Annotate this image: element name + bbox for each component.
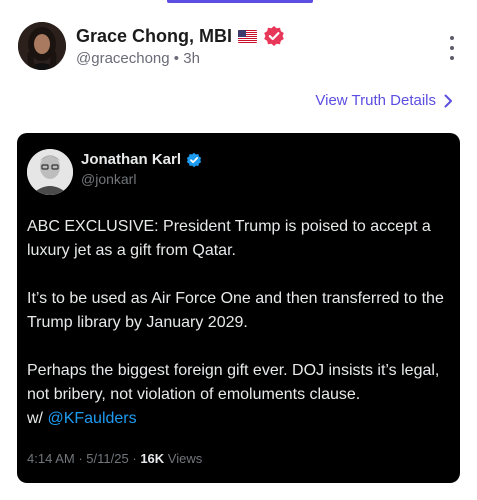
author-display-name[interactable]: Grace Chong, MBI [76, 26, 232, 47]
embed-author-avatar-image [27, 149, 73, 195]
handle-separator: • [173, 50, 180, 67]
view-truth-details-label: View Truth Details [315, 92, 436, 109]
embed-paragraph: ABC EXCLUSIVE: President Trump is poised… [27, 218, 431, 259]
more-options-button[interactable] [445, 36, 459, 60]
embed-author-avatar[interactable] [27, 149, 73, 195]
embed-post-body: ABC EXCLUSIVE: President Trump is poised… [27, 215, 452, 431]
embed-paragraph-text: Perhaps the biggest foreign gift ever. D… [27, 362, 440, 403]
embed-paragraph-last: Perhaps the biggest foreign gift ever. D… [27, 359, 452, 431]
embed-author-name[interactable]: Jonathan Karl [81, 151, 181, 168]
tab-indicator [167, 0, 313, 3]
embed-author-name-row: Jonathan Karl [81, 151, 202, 168]
views-label: Views [167, 451, 203, 466]
embed-post-meta: 4:14 AM · 5/11/25 · 16K Views [27, 451, 202, 466]
embed-paragraph: It’s to be used as Air Force One and the… [27, 290, 444, 331]
author-avatar[interactable] [18, 22, 66, 70]
author-handle[interactable]: @gracechong [76, 50, 170, 67]
meta-separator: · [78, 451, 83, 466]
mention-link[interactable]: @KFaulders [47, 410, 136, 427]
embed-post-date: 5/11/25 [86, 451, 129, 466]
embedded-post-card[interactable]: Jonathan Karl @jonkarl ABC EXCLUSIVE: Pr… [17, 133, 460, 483]
chevron-right-icon [444, 94, 452, 107]
embed-post-time: 4:14 AM [27, 451, 75, 466]
author-name-row: Grace Chong, MBI [76, 25, 285, 47]
more-vertical-icon [450, 36, 454, 40]
meta-separator: · [132, 451, 137, 466]
view-truth-details-link[interactable]: View Truth Details [315, 92, 453, 109]
verified-check-icon [186, 152, 202, 168]
author-handle-row: @gracechong • 3h [76, 50, 200, 67]
author-avatar-image [18, 22, 66, 70]
embed-author-handle[interactable]: @jonkarl [81, 171, 136, 187]
embed-tail-prefix: w/ [27, 410, 48, 427]
us-flag-icon [238, 29, 258, 43]
post-header: Grace Chong, MBI @gracechong • 3h [18, 22, 459, 72]
verified-badge-icon [263, 25, 285, 47]
post-time: 3h [183, 50, 200, 67]
views-count: 16K [140, 451, 165, 466]
